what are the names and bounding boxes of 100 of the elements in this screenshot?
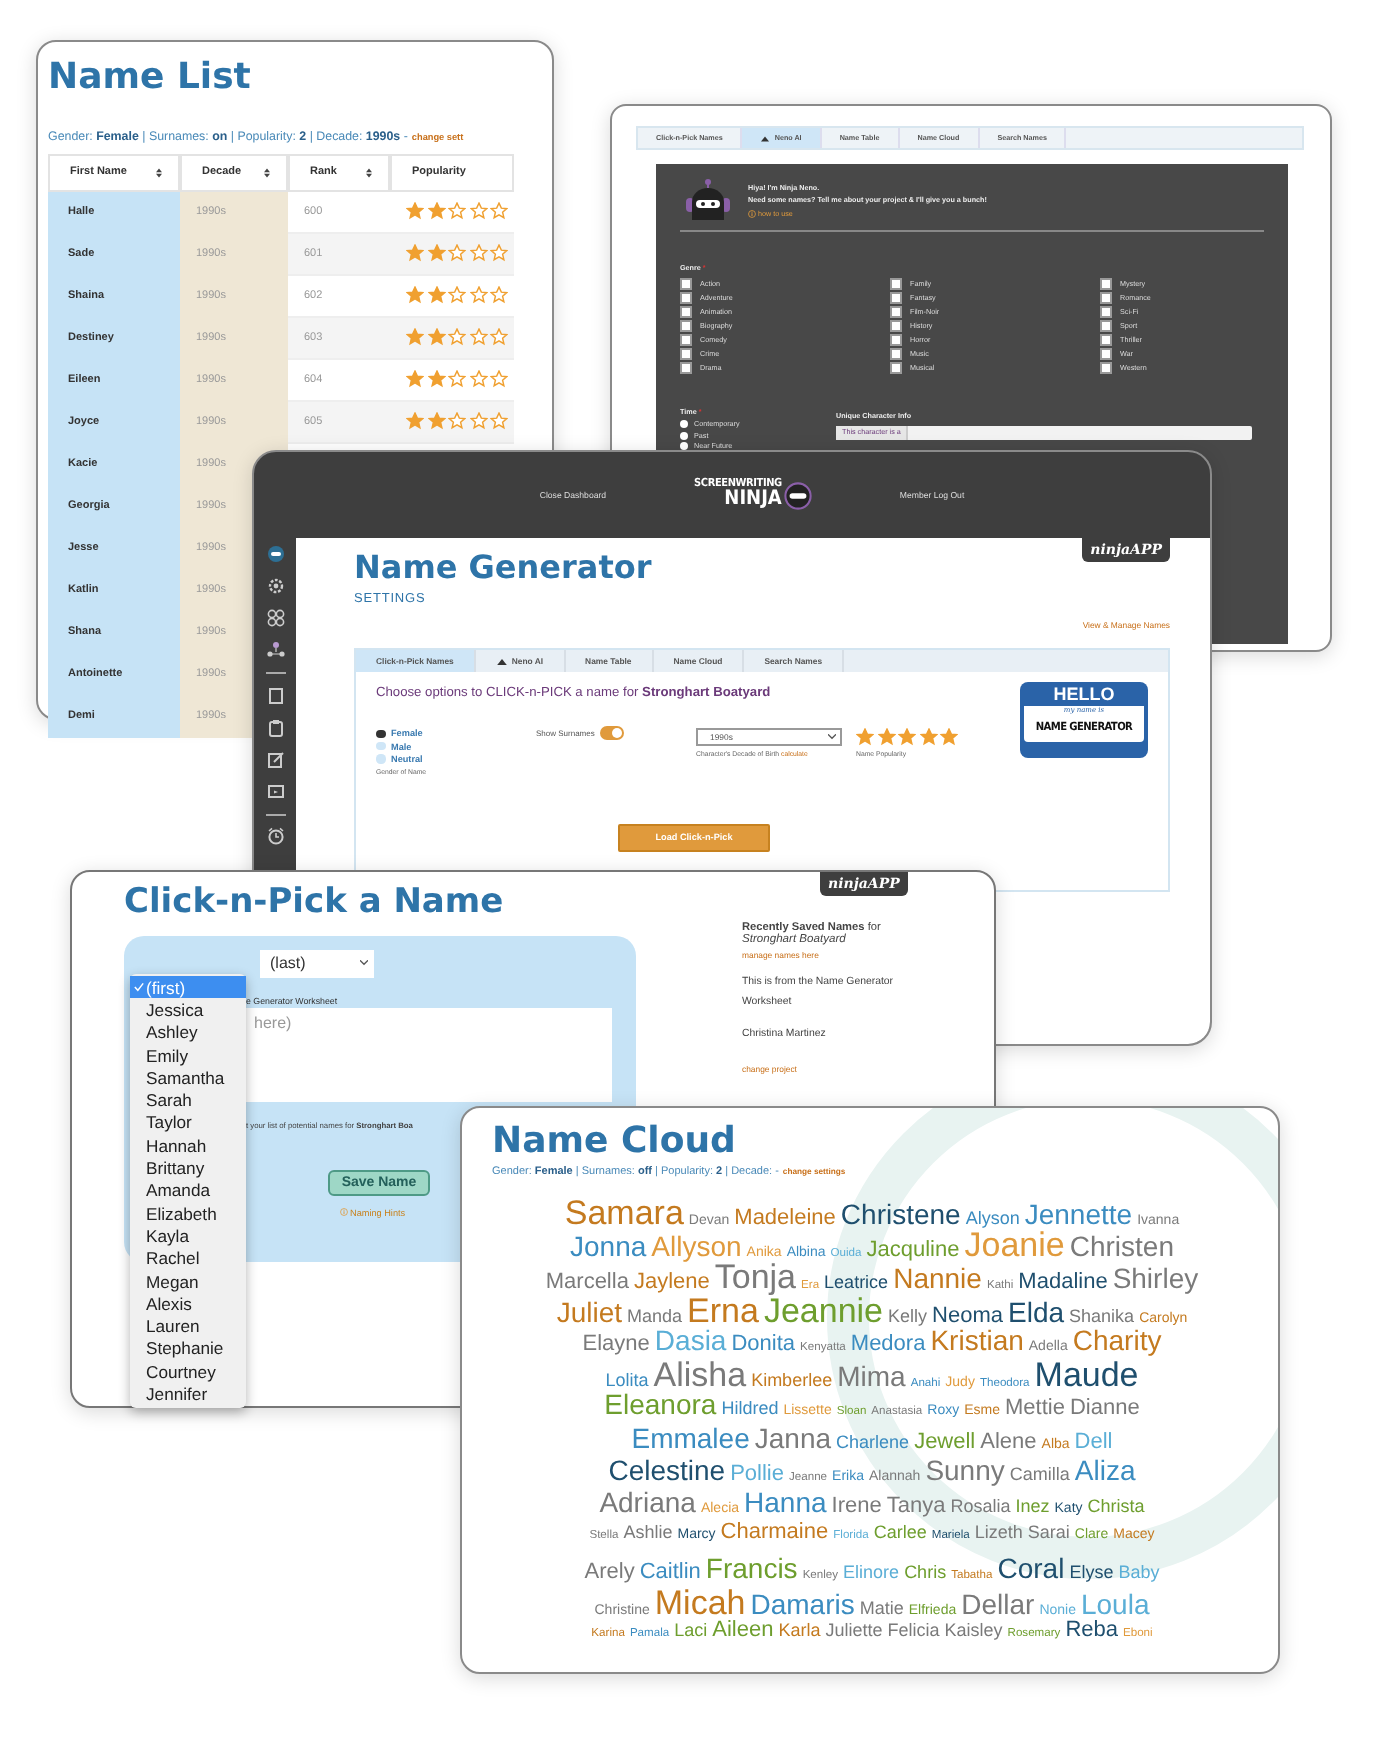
cloud-name[interactable]: Damaris [750,1590,855,1619]
cloud-name[interactable]: Sarai [1027,1523,1070,1542]
cloud-name[interactable]: Carlee [873,1523,927,1542]
cloud-name[interactable]: Elyse [1069,1563,1114,1582]
cloud-name[interactable]: Charity [1072,1325,1162,1354]
cloud-name[interactable]: Tanya [886,1496,946,1519]
menu-item[interactable]: Jennifer [130,1382,246,1406]
cloud-name[interactable]: Felicia [887,1621,940,1640]
menu-item[interactable]: Ashley [130,1021,246,1044]
cloud-name[interactable]: Eleanora [604,1390,717,1419]
cloud-name[interactable]: Marcella [545,1272,629,1295]
cloud-name[interactable]: Micah [654,1586,746,1621]
cloud-name[interactable]: Allyson [651,1231,742,1260]
cloud-name[interactable]: Hanna [744,1488,827,1517]
cloud-name[interactable]: Nannie [893,1264,982,1293]
cloud-name[interactable]: Elinore [843,1563,900,1582]
cloud-name[interactable]: Charlene [836,1433,910,1452]
menu-item[interactable]: Alexis [130,1292,246,1315]
last-name-select[interactable]: (last) [260,949,374,978]
cloud-name[interactable]: Samara [564,1195,684,1230]
cloud-name[interactable]: Jaylene [633,1272,710,1295]
cloud-name[interactable]: Donita [731,1333,796,1356]
cloud-name[interactable]: Loula [1080,1590,1150,1619]
cloud-name[interactable]: Jeannie [763,1293,884,1328]
cloud-name[interactable]: Dellar [961,1590,1035,1619]
cloud-name[interactable]: Elayne [582,1333,650,1356]
cloud-name[interactable]: Emmalee [631,1423,750,1452]
menu-item[interactable]: Kayla [130,1224,246,1248]
cloud-name[interactable]: Dianne [1069,1398,1140,1421]
cloud-name[interactable]: Hildred [721,1400,779,1419]
cloud-name[interactable]: Christa [1087,1498,1145,1517]
cloud-name[interactable]: Manda [627,1307,683,1326]
cloud-name[interactable]: Mettie [1005,1398,1065,1421]
cloud-name[interactable]: Chris [904,1563,947,1582]
cloud-name[interactable]: Shirley [1112,1264,1199,1293]
cloud-name[interactable]: Karla [778,1621,821,1640]
menu-item[interactable]: Hannah [130,1134,246,1157]
cloud-name[interactable]: Coral [997,1553,1065,1582]
menu-item[interactable]: Megan [130,1269,246,1293]
cloud-name[interactable]: Aileen [712,1619,774,1642]
cloud-name[interactable]: Christene [840,1199,961,1228]
cloud-name[interactable]: Kaisley [944,1621,1003,1640]
cloud-name[interactable]: Camilla [1009,1466,1070,1485]
cloud-name[interactable]: Janna [754,1423,832,1452]
cloud-name[interactable]: Reba [1065,1619,1118,1642]
menu-item[interactable]: Rachel [130,1247,246,1270]
cloud-name[interactable]: Elda [1008,1297,1065,1326]
menu-item[interactable]: Brittany [130,1156,246,1180]
menu-item[interactable]: Amanda [130,1179,246,1202]
cloud-name[interactable]: Jonna [570,1231,647,1260]
cloud-name[interactable]: Mima [837,1362,906,1391]
cloud-name[interactable]: Medora [850,1333,926,1356]
cloud-name[interactable]: Jennette [1024,1199,1133,1228]
menu-item[interactable]: Taylor [130,1111,246,1135]
cloud-name[interactable]: Joanie [964,1227,1065,1262]
cloud-name[interactable]: Celestine [608,1456,726,1485]
cloud-name[interactable]: Irene [831,1496,882,1519]
cloud-name[interactable]: Christen [1069,1231,1174,1260]
cloud-name[interactable]: Laci [674,1621,708,1640]
cloud-name[interactable]: Tonja [714,1260,797,1295]
cloud-name[interactable]: Lolita [605,1372,649,1391]
cloud-name[interactable]: Baby [1118,1563,1160,1582]
cloud-name[interactable]: Shanika [1069,1307,1135,1326]
cloud-name[interactable]: Neoma [932,1305,1003,1328]
cloud-name[interactable]: Jacquline [866,1239,960,1262]
cloud-name[interactable]: Adriana [599,1488,696,1517]
cloud-name[interactable]: Maude [1034,1358,1139,1393]
cloud-name[interactable]: Caitlin [639,1561,701,1584]
menu-item[interactable]: Lauren [130,1314,246,1338]
cloud-name[interactable]: Madeleine [734,1207,836,1230]
menu-item[interactable]: Samantha [130,1066,246,1089]
menu-item[interactable]: Jessica [130,998,246,1022]
menu-item[interactable]: (first) [130,976,246,999]
cloud-name[interactable]: Jewell [914,1431,976,1454]
cloud-name[interactable]: Juliet [556,1297,622,1326]
cloud-name[interactable]: Leatrice [824,1274,889,1293]
cloud-name[interactable]: Lizeth [974,1523,1023,1542]
cloud-name[interactable]: Madaline [1018,1272,1108,1295]
menu-item[interactable]: Elizabeth [130,1201,246,1225]
cloud-name[interactable]: Charmaine [720,1521,829,1544]
cloud-name[interactable]: Matie [859,1600,904,1619]
cloud-name[interactable]: Aliza [1074,1456,1136,1485]
menu-item[interactable]: Courtney [130,1360,246,1383]
cloud-name[interactable]: Pollie [730,1464,784,1487]
cloud-name[interactable]: Alisha [653,1358,747,1393]
cloud-name[interactable]: Erna [687,1293,759,1328]
menu-item[interactable]: Sarah [130,1088,246,1112]
cloud-name[interactable]: Ashlie [623,1523,673,1542]
cloud-name[interactable]: Alene [980,1431,1037,1454]
notes-field[interactable]: here) [246,1007,612,1102]
cloud-name[interactable]: Kristian [930,1325,1024,1354]
cloud-name[interactable]: Dell [1074,1431,1113,1454]
cloud-name[interactable]: Dasia [654,1325,727,1354]
cloud-name[interactable]: Francis [705,1553,798,1582]
cloud-name[interactable]: Rosalia [950,1498,1011,1517]
cloud-name[interactable]: Alyson [965,1209,1020,1228]
menu-item[interactable]: Stephanie [130,1337,246,1361]
cloud-name[interactable]: Sunny [925,1456,1005,1485]
cloud-name[interactable]: Inez [1015,1498,1050,1517]
cloud-name[interactable]: Kelly [888,1307,928,1326]
